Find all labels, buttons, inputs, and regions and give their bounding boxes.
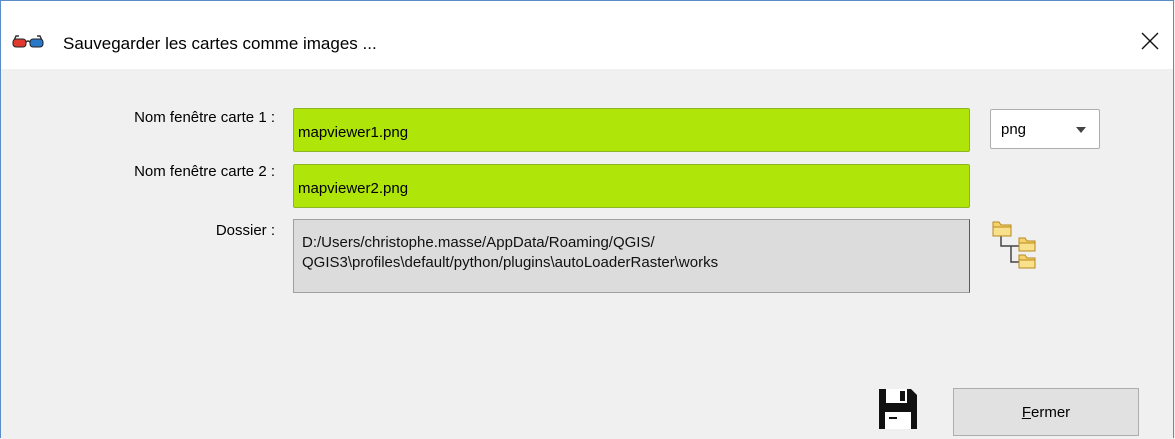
folder-label: Dossier : — [215, 222, 275, 239]
map1-name-input[interactable]: mapviewer1.png — [293, 108, 970, 152]
map1-name-value: mapviewer1.png — [298, 123, 409, 141]
window-close-button[interactable] — [1127, 17, 1173, 65]
close-dialog-button[interactable]: Fermer — [953, 388, 1139, 436]
folder-path-field: D:/Users/christophe.masse/AppData/Roamin… — [293, 219, 970, 293]
close-icon — [1141, 32, 1159, 50]
save-button[interactable] — [877, 387, 919, 431]
map2-label: Nom fenêtre carte 2 : — [134, 163, 275, 180]
floppy-disk-icon — [879, 389, 917, 429]
map1-label: Nom fenêtre carte 1 : — [134, 109, 275, 126]
map2-name-value: mapviewer2.png — [298, 179, 409, 197]
glasses-icon — [12, 35, 44, 48]
folder-path-line-2: QGIS3\profiles\default/python/plugins\au… — [302, 254, 719, 271]
map2-name-input[interactable]: mapviewer2.png — [293, 164, 970, 208]
folder-path-line-1: D:/Users/christophe.masse/AppData/Roamin… — [302, 234, 655, 251]
close-button-label: Fermer — [1021, 403, 1071, 421]
chevron-down-icon — [1076, 127, 1086, 133]
browse-folder-button[interactable] — [991, 216, 1043, 272]
folder-tree-icon — [992, 221, 1036, 269]
format-select-value: png — [1001, 121, 1027, 138]
title-bar: Sauvegarder les cartes comme images ... — [1, 1, 1173, 69]
dialog-window: Sauvegarder les cartes comme images ... … — [0, 0, 1174, 438]
window-title: Sauvegarder les cartes comme images ... — [63, 34, 377, 53]
format-select[interactable]: png — [990, 109, 1100, 149]
